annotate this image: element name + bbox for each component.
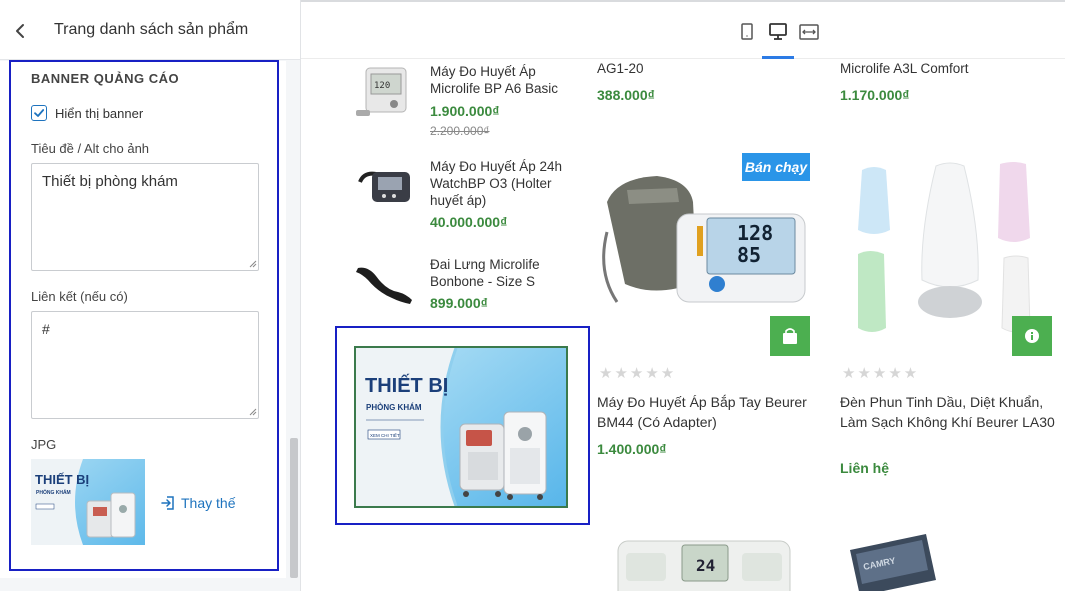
link-field[interactable] xyxy=(31,311,259,419)
svg-text:120: 120 xyxy=(374,81,390,91)
thumb-line2: PHÒNG KHÁM xyxy=(36,488,71,496)
banner-line1: THIẾT BỊ xyxy=(365,374,448,397)
panel-footer-strip xyxy=(0,578,300,591)
svg-text:128: 128 xyxy=(737,221,773,245)
panel-header: Trang danh sách sản phẩm xyxy=(0,0,300,60)
bp-cuff-monitor-image: 128 85 xyxy=(602,176,806,303)
product-name[interactable]: Máy Đo Huyết Áp Microlife BP A6 Basic xyxy=(430,63,580,97)
active-device-indicator xyxy=(762,56,794,59)
bp-monitor-image: 120 xyxy=(356,67,407,116)
thumb-line1: THIẾT BỊ xyxy=(35,472,89,487)
alt-text-field[interactable] xyxy=(31,163,259,271)
show-banner-checkbox[interactable] xyxy=(31,105,47,121)
back-button[interactable] xyxy=(10,20,30,42)
fullwidth-icon xyxy=(799,24,819,40)
banner-cta: XEM CHI TIẾT xyxy=(370,432,400,438)
body-scale-image: 24 xyxy=(617,540,791,591)
mobile-view-button[interactable] xyxy=(736,22,758,42)
resize-grip-icon[interactable] xyxy=(249,260,257,268)
product-name[interactable]: Máy Đo Huyết Áp 24h WatchBP O3 (Holter h… xyxy=(430,158,580,209)
product-name[interactable]: Đèn Phun Tinh Dầu, Diệt Khuẩn, Làm Sạch … xyxy=(840,393,1055,432)
shopping-bag-icon xyxy=(783,328,797,344)
ad-banner[interactable]: THIẾT BỊ PHÒNG KHÁM XEM CHI TIẾT xyxy=(354,346,568,508)
product-name[interactable]: AG1-20 xyxy=(597,60,644,77)
banner-thumbnail: THIẾT BỊ PHÒNG KHÁM xyxy=(31,459,145,545)
product-name[interactable]: Microlife A3L Comfort xyxy=(840,60,969,77)
product-price: 1.400.000₫ xyxy=(597,441,667,457)
desktop-icon xyxy=(769,23,787,40)
product-price: 1.900.000₫ xyxy=(430,103,500,119)
add-to-cart-button[interactable] xyxy=(770,316,810,356)
rating-stars: ★★★★★ xyxy=(842,365,920,382)
resize-grip-icon[interactable] xyxy=(249,408,257,416)
panel-title: Trang danh sách sản phẩm xyxy=(54,21,249,38)
product-price: 40.000.000₫ xyxy=(430,214,508,230)
banner-line2: PHÒNG KHÁM xyxy=(366,403,422,412)
product-old-price: 2.200.000₫ xyxy=(430,124,490,138)
scale-box-image: CAMRY xyxy=(850,534,936,591)
show-banner-label[interactable]: Hiển thị banner xyxy=(55,106,143,121)
svg-text:24: 24 xyxy=(696,556,715,575)
best-seller-badge: Bán chạy xyxy=(742,153,810,181)
mobile-icon xyxy=(741,23,753,40)
svg-text:85: 85 xyxy=(737,243,761,267)
holter-image xyxy=(358,171,410,202)
replace-label: Thay thế xyxy=(181,495,236,511)
section-title: BANNER QUẢNG CÁO xyxy=(31,71,180,86)
alt-field-label: Tiêu đề / Alt cho ảnh xyxy=(31,141,150,156)
info-icon xyxy=(1025,329,1039,343)
file-type-label: JPG xyxy=(31,437,57,452)
product-name[interactable]: Đai Lưng Microlife Bonbone - Size S xyxy=(430,256,580,290)
contact-price: Liên hệ xyxy=(840,460,890,476)
rating-stars: ★★★★★ xyxy=(599,365,677,382)
product-info-button[interactable] xyxy=(1012,316,1052,356)
checkmark-icon xyxy=(34,109,45,117)
product-price: 899.000₫ xyxy=(430,295,488,311)
back-brace-image xyxy=(356,267,412,304)
diffuser-image xyxy=(858,162,1031,333)
fullwidth-view-button[interactable] xyxy=(798,22,820,42)
replace-icon xyxy=(161,496,174,510)
preview-toolbar xyxy=(301,2,1065,59)
product-price: 388.000₫ xyxy=(597,87,655,103)
chevron-left-icon xyxy=(16,24,24,38)
scrollbar-thumb[interactable] xyxy=(290,438,298,578)
link-field-label: Liên kết (nếu có) xyxy=(31,289,128,304)
desktop-view-button[interactable] xyxy=(767,22,789,42)
product-price: 1.170.000₫ xyxy=(840,87,910,103)
product-name[interactable]: Máy Đo Huyết Áp Bắp Tay Beurer BM44 (Có … xyxy=(597,393,812,432)
settings-panel: Trang danh sách sản phẩm BANNER QUẢNG CÁ… xyxy=(0,0,301,591)
